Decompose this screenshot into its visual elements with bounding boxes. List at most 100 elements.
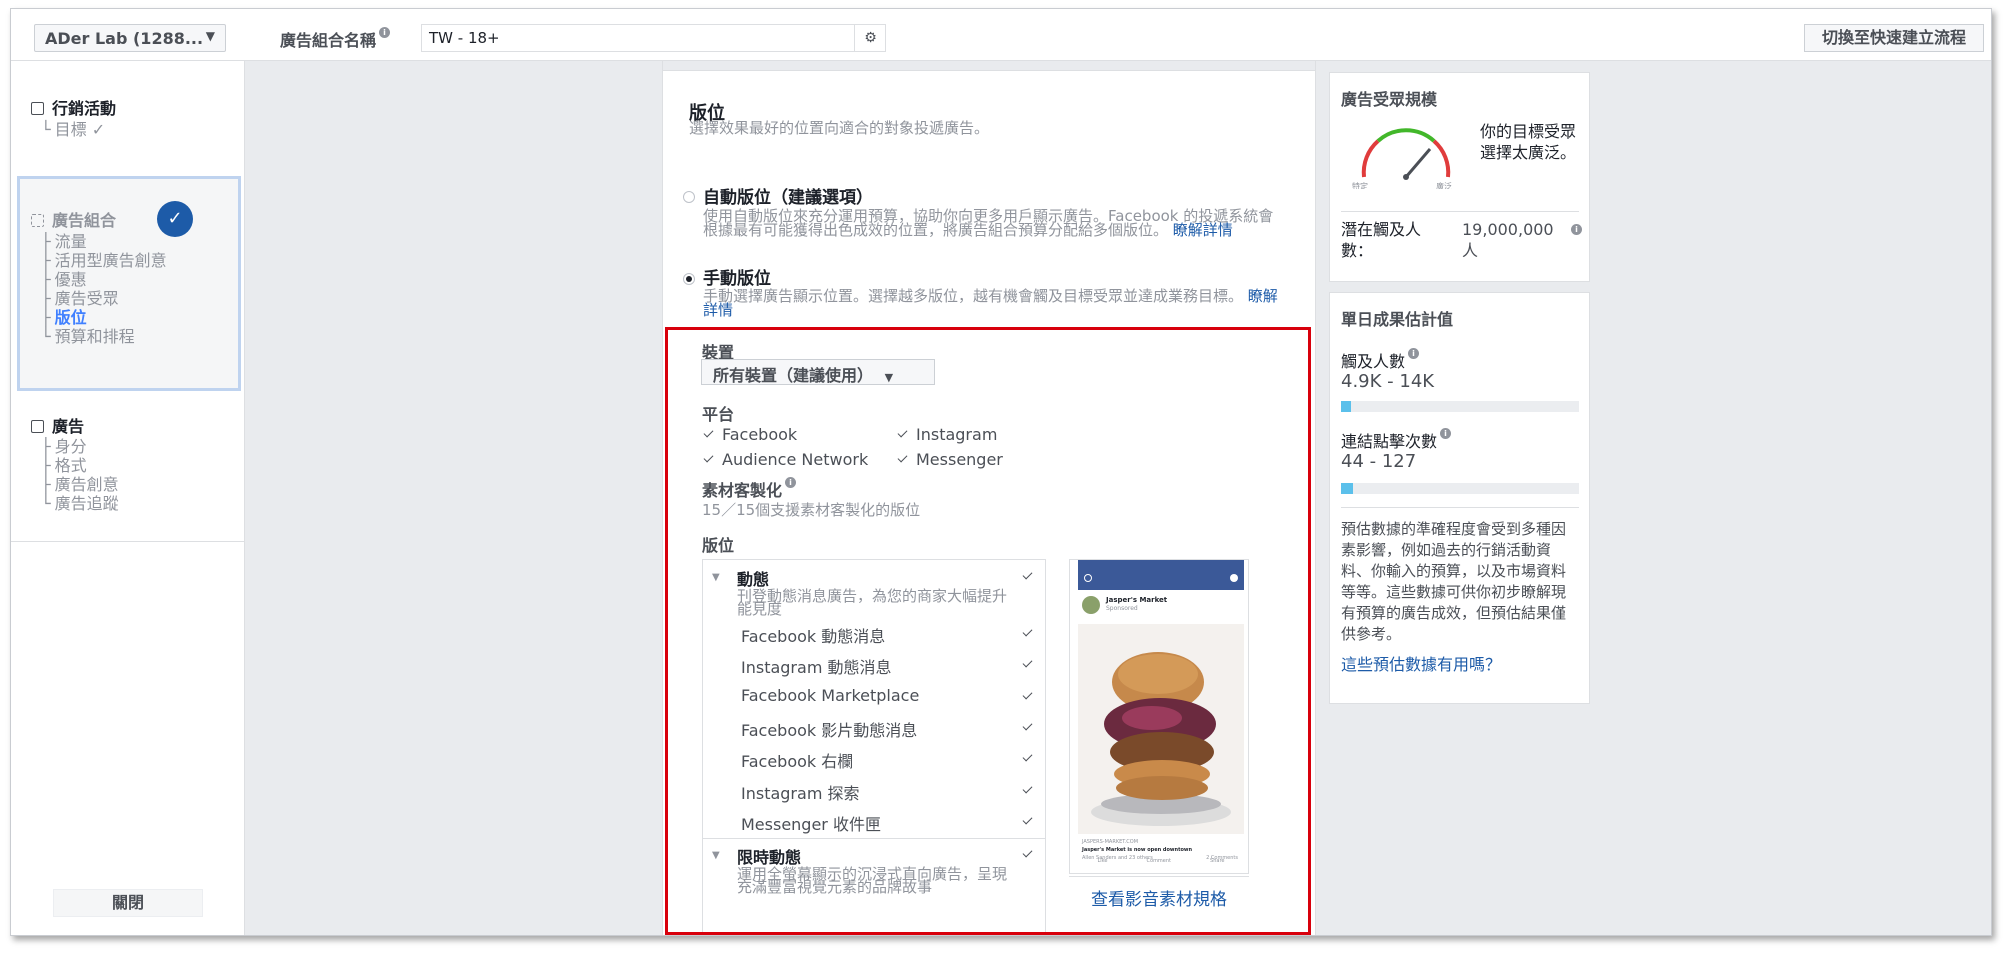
audience-verdict: 你的目標受眾選擇太廣泛。 xyxy=(1480,122,1577,162)
stories-group-checkbox[interactable] xyxy=(1021,848,1034,861)
daily-estimates-card: 單日成果估計值 觸及人數 i 4.9K - 14K 連結點擊次數 i 44 - 12… xyxy=(1329,292,1590,704)
reach-progress-fill xyxy=(1341,401,1351,412)
placement-checkbox[interactable] xyxy=(1021,658,1034,671)
placement-item: Facebook Marketplace xyxy=(741,686,920,705)
list-divider xyxy=(703,838,1045,839)
nav-ad-heading[interactable]: 廣告 xyxy=(31,413,84,437)
placement-item: Facebook 影片動態消息 xyxy=(741,721,918,740)
potential-reach-value: 19,000,000 人 xyxy=(1462,220,1554,260)
placement-checkbox[interactable] xyxy=(1021,815,1034,828)
nav-campaign-heading[interactable]: 行銷活動 xyxy=(31,95,116,119)
gauge-broad-label: 廣泛 xyxy=(1436,181,1452,189)
nav-item-offer[interactable]: ├ 優惠 xyxy=(41,271,87,289)
feeds-group-desc: 刊登動態消息廣告，為您的商家大幅提升能見度 xyxy=(737,587,1008,618)
nav-item-objective[interactable]: └ 目標 ✓ xyxy=(41,121,105,139)
platform-facebook-checkbox[interactable]: Facebook xyxy=(702,425,797,444)
view-asset-specs-link[interactable]: 查看影音素材規格 xyxy=(1069,876,1249,910)
nav-adset-heading[interactable]: 廣告組合 xyxy=(31,207,116,231)
info-icon[interactable]: i xyxy=(1440,428,1452,439)
placement-item: Instagram 探索 xyxy=(741,784,860,803)
placement-item: Instagram 動態消息 xyxy=(741,658,892,677)
info-icon[interactable]: i xyxy=(1571,224,1582,235)
adset-icon xyxy=(31,214,44,227)
auto-placements-desc: 使用自動版位來充分運用預算，協助你向更多用戶顯示廣告。Facebook 的投遞系… xyxy=(703,207,1274,239)
manual-placements-radio[interactable] xyxy=(683,273,695,285)
daily-estimates-title: 單日成果估計值 xyxy=(1341,310,1454,329)
info-icon: i xyxy=(379,27,391,38)
clicks-progress-fill xyxy=(1341,483,1353,494)
checkbox-icon xyxy=(896,428,909,441)
auto-placements-radio[interactable] xyxy=(683,191,695,203)
feeds-group-checkbox[interactable] xyxy=(1021,570,1034,583)
learn-more-link[interactable]: 瞭解詳情 xyxy=(1173,221,1233,239)
platform-audience-network-checkbox[interactable]: Audience Network xyxy=(702,450,868,469)
chevron-down-icon: ▼ xyxy=(884,371,894,384)
customization-label: 素材客製化 i xyxy=(702,477,797,501)
manual-placements-desc: 手動選擇廣告顯示位置。選擇越多版位，越有機會觸及目標受眾並達成業務目標。 瞭解詳… xyxy=(703,287,1278,319)
switch-quick-create-button[interactable]: 切換至快速建立流程 xyxy=(1804,24,1984,52)
reach-stat-label: 觸及人數 i xyxy=(1341,348,1420,372)
devices-select[interactable]: 所有裝置（建議使用） ▼ xyxy=(701,359,935,385)
platform-messenger-checkbox[interactable]: Messenger xyxy=(896,450,1003,469)
checkbox-icon xyxy=(702,428,715,441)
clicks-stat-label: 連結點擊次數 i xyxy=(1341,428,1452,452)
placements-subtitle: 選擇效果最好的位置向適合的對象投遞廣告。 xyxy=(689,119,990,137)
info-icon[interactable]: i xyxy=(785,477,797,488)
preview-like: Like xyxy=(1097,858,1108,864)
chevron-down-icon: ▼ xyxy=(205,29,215,43)
preview-page-name: Jasper's Market xyxy=(1106,596,1168,604)
nav-item-format[interactable]: ├ 格式 xyxy=(41,457,87,475)
placement-item: Facebook 右欄 xyxy=(741,752,854,771)
estimates-feedback-link[interactable]: 這些預估數據有用嗎？ xyxy=(1341,651,1501,675)
preview-headline: Jasper's Market is now open downtown xyxy=(1082,847,1193,853)
nav-item-budget-schedule[interactable]: └ 預算和排程 xyxy=(41,328,135,346)
placement-preview: Jasper's Market Sponsored JASPERS-MARKET… xyxy=(1069,559,1249,874)
gear-icon[interactable]: ⚙ xyxy=(854,24,886,52)
nav-item-dynamic-creative[interactable]: ├ 活用型廣告創意 xyxy=(41,252,167,270)
placement-item: Messenger 收件匣 xyxy=(741,815,881,834)
checkmark-icon: ✓ xyxy=(157,201,193,237)
nav-item-traffic[interactable]: ├ 流量 xyxy=(41,233,87,251)
manual-placements-title[interactable]: 手動版位 xyxy=(703,264,771,289)
panel-top-edge xyxy=(663,61,1315,71)
nav-divider xyxy=(11,541,245,542)
nav-item-tracking[interactable]: └ 廣告追蹤 xyxy=(41,495,119,513)
placement-checkbox[interactable] xyxy=(1021,784,1034,797)
placement-checkbox[interactable] xyxy=(1021,627,1034,640)
audience-gauge-icon: 特定 廣泛 xyxy=(1352,128,1452,189)
placement-list: ▼ 動態 刊登動態消息廣告，為您的商家大幅提升能見度 Facebook 動態消息… xyxy=(702,559,1046,935)
caret-down-icon[interactable]: ▼ xyxy=(712,850,720,861)
account-selector[interactable]: ADer Lab (1288... ▼ xyxy=(34,24,226,52)
messenger-icon xyxy=(1230,574,1238,582)
placement-item: Facebook 動態消息 xyxy=(741,627,886,646)
facebook-header-bar xyxy=(1078,560,1244,590)
card-divider xyxy=(1341,507,1579,508)
adset-name-input[interactable]: TW - 18+ xyxy=(421,24,886,52)
preview-actions: Like Comment Share xyxy=(1078,858,1244,864)
placement-checkbox[interactable] xyxy=(1021,721,1034,734)
account-label: ADer Lab (1288... xyxy=(45,29,204,48)
campaign-icon xyxy=(31,102,44,115)
nav-item-placements[interactable]: ├ 版位 xyxy=(41,309,87,327)
platform-instagram-checkbox[interactable]: Instagram xyxy=(896,425,997,444)
close-button[interactable]: 關閉 xyxy=(53,889,203,917)
placement-checkbox[interactable] xyxy=(1021,752,1034,765)
reach-progress-bar xyxy=(1341,401,1579,412)
left-navigation: 行銷活動 └ 目標 ✓ 廣告組合 ✓ ├ 流量 ├ 活用型廣告創意 ├ 優惠 ├ 廣告受眾… xyxy=(11,61,245,935)
nav-item-ad-creative[interactable]: ├ 廣告創意 xyxy=(41,476,119,494)
auto-placements-title[interactable]: 自動版位（建議選項） xyxy=(703,183,873,208)
estimates-note: 預估數據的準確程度會受到多種因素影響，例如過去的行銷活動資料、你輸入的預算，以及… xyxy=(1341,520,1567,643)
search-icon xyxy=(1084,574,1092,582)
preview-comment: Comment xyxy=(1146,858,1172,864)
preview-post: Jasper's Market Sponsored JASPERS-MARKET… xyxy=(1078,590,1244,873)
potential-reach-label: 潛在觸及人數： xyxy=(1341,220,1422,260)
nav-item-identity[interactable]: ├ 身分 xyxy=(41,438,87,456)
placement-checkbox[interactable] xyxy=(1021,690,1034,703)
audience-size-card: 廣告受眾規模 特定 廣泛 你的目標受眾選擇太廣泛。 潛在觸及人數： 19,000… xyxy=(1329,72,1590,282)
caret-down-icon[interactable]: ▼ xyxy=(712,572,720,583)
info-icon[interactable]: i xyxy=(1408,348,1420,359)
nav-item-audience[interactable]: ├ 廣告受眾 xyxy=(41,290,119,308)
clicks-progress-bar xyxy=(1341,483,1579,494)
preview-domain: JASPERS-MARKET.COM xyxy=(1082,839,1139,845)
top-bar: ADer Lab (1288... ▼ 廣告組合名稱 i TW - 18+ ⚙ 切… xyxy=(11,9,1991,61)
